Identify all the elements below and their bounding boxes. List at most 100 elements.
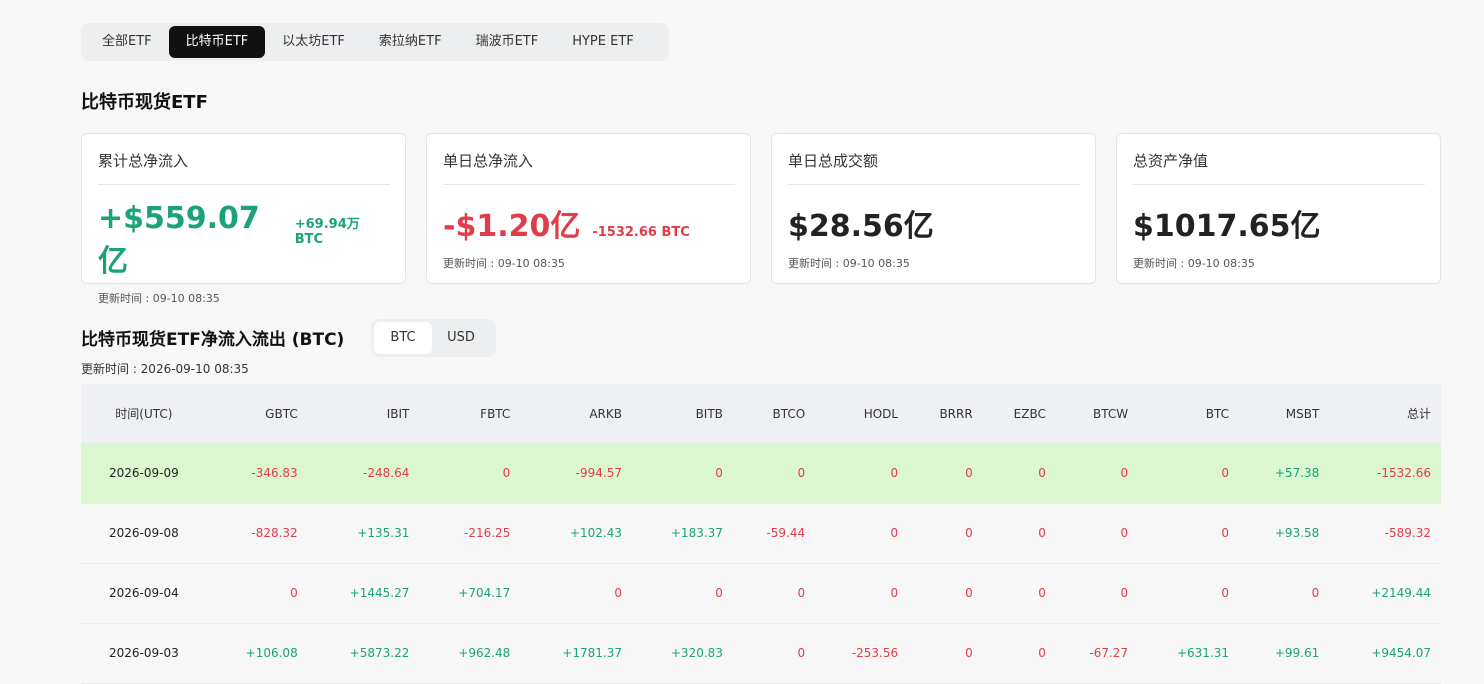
- value-cell: -59.44: [766, 526, 806, 540]
- value-cell: +135.31: [357, 526, 410, 540]
- tab-2[interactable]: 以太坊ETF: [265, 26, 362, 58]
- value-cell: 0: [715, 586, 723, 600]
- summary-card: 单日总净流入 -$1.20亿 -1532.66 BTC 更新时间 : 09-10 08…: [426, 133, 751, 284]
- column-header: MSBT: [1285, 406, 1320, 421]
- column-header: BTCW: [1092, 406, 1129, 421]
- value-cell: 0: [965, 526, 973, 540]
- date-cell: 2026-09-09: [109, 465, 179, 480]
- value-cell: 0: [965, 646, 973, 660]
- toggle-usd[interactable]: USD: [432, 322, 490, 354]
- value-cell: +704.17: [458, 586, 511, 600]
- value-cell: +1445.27: [349, 586, 410, 600]
- value-cell: 0: [1221, 465, 1230, 480]
- value-cell: -1532.66: [1377, 465, 1431, 480]
- value-cell: +106.08: [245, 646, 298, 660]
- table-row: 2026-09-08 -828.32 +135.31 -216.25 +102.43 +1…: [81, 503, 1441, 563]
- value-cell: -253.56: [851, 646, 899, 660]
- summary-cards: 累计总净流入 +$559.07亿 +69.94万 BTC 更新时间 : 09-10 0…: [81, 133, 1441, 305]
- summary-card: 累计总净流入 +$559.07亿 +69.94万 BTC 更新时间 : 09-10 0…: [81, 133, 406, 305]
- value-cell: 0: [1221, 526, 1230, 540]
- card-value-row: $28.56亿: [788, 201, 1079, 245]
- value-cell: 0: [1038, 586, 1046, 600]
- card-updated-time: 更新时间 : 09-10 08:35: [1133, 257, 1255, 270]
- value-cell: 0: [890, 586, 899, 600]
- column-header: IBIT: [386, 406, 410, 421]
- value-cell: 0: [965, 465, 973, 480]
- value-cell: 0: [715, 465, 723, 480]
- unit-toggle: BTC USD: [371, 319, 496, 357]
- value-cell: +631.31: [1176, 646, 1230, 660]
- date-cell: 2026-09-04: [109, 586, 179, 600]
- value-cell: 0: [890, 526, 899, 540]
- tab-0[interactable]: 全部ETF: [85, 26, 169, 58]
- value-cell: 0: [290, 586, 298, 600]
- value-cell: 0: [797, 646, 806, 660]
- card-value: -$1.20亿: [443, 209, 581, 244]
- card-value-row: +$559.07亿 +69.94万 BTC: [98, 201, 389, 280]
- column-header: 时间(UTC): [115, 407, 173, 421]
- column-header: ARKB: [589, 406, 622, 421]
- column-header: BITB: [695, 406, 723, 421]
- value-cell: +320.83: [670, 646, 723, 660]
- flow-table: 时间(UTC) GBTC IBIT FBTC ARKB BITB BTCO HODL BRRR E…: [81, 384, 1441, 684]
- table-row: 2026-09-09 -346.83 -248.64 0 -994.57 0 0 0 0 0 0 0 +…: [81, 443, 1441, 503]
- value-cell: +93.58: [1274, 526, 1320, 540]
- card-updated-time: 更新时间 : 09-10 08:35: [98, 292, 220, 305]
- card-sub-value: -1532.66 BTC: [592, 225, 690, 240]
- column-header: BTC: [1205, 406, 1230, 421]
- card-label: 单日总净流入: [443, 150, 735, 185]
- value-cell: -994.57: [575, 465, 622, 480]
- value-cell: 0: [1038, 646, 1046, 660]
- value-cell: 0: [614, 586, 622, 600]
- value-cell: +962.48: [458, 646, 511, 660]
- value-cell: 0: [797, 586, 806, 600]
- table-row: 2026-09-04 0 +1445.27 +704.17 0 0 0 0 0 0 0 0 0 +2149…: [81, 563, 1441, 623]
- value-cell: 0: [1120, 586, 1129, 600]
- column-header: HODL: [863, 406, 899, 421]
- date-cell: 2026-09-08: [109, 526, 179, 540]
- card-value-row: -$1.20亿 -1532.66 BTC: [443, 201, 734, 245]
- card-label: 单日总成交额: [788, 150, 1080, 185]
- value-cell: +183.37: [670, 526, 723, 540]
- value-cell: 0: [1038, 526, 1046, 540]
- value-cell: 0: [1038, 465, 1046, 480]
- toggle-btc[interactable]: BTC: [374, 322, 432, 354]
- value-cell: 0: [1120, 465, 1129, 480]
- value-cell: +9454.07: [1371, 646, 1431, 660]
- value-cell: 0: [1221, 586, 1230, 600]
- value-cell: -67.27: [1089, 646, 1129, 660]
- card-value-row: $1017.65亿: [1133, 201, 1424, 245]
- value-cell: 0: [1311, 586, 1320, 600]
- column-header: BTCO: [772, 406, 806, 421]
- value-cell: -346.83: [251, 465, 298, 480]
- value-cell: +2149.44: [1371, 586, 1431, 600]
- card-value: $1017.65亿: [1133, 209, 1321, 244]
- summary-card: 总资产净值 $1017.65亿 更新时间 : 09-10 08:35: [1116, 133, 1441, 284]
- section-title: 比特币现货ETF: [81, 92, 208, 113]
- value-cell: +5873.22: [349, 646, 410, 660]
- column-header: EZBC: [1013, 406, 1046, 421]
- value-cell: -248.64: [363, 465, 410, 480]
- column-header: GBTC: [265, 406, 298, 421]
- column-header: BRRR: [939, 406, 973, 421]
- value-cell: -589.32: [1384, 526, 1431, 540]
- value-cell: -216.25: [463, 526, 511, 540]
- value-cell: 0: [797, 465, 806, 480]
- card-updated-time: 更新时间 : 09-10 08:35: [788, 257, 910, 270]
- tab-1[interactable]: 比特币ETF: [168, 26, 266, 58]
- tab-3[interactable]: 索拉纳ETF: [362, 26, 459, 58]
- card-value: $28.56亿: [788, 209, 934, 244]
- table-row: 2026-09-03 +106.08 +5873.22 +962.48 +1781.37…: [81, 623, 1441, 683]
- tab-5[interactable]: HYPE ETF: [555, 26, 651, 58]
- tab-4[interactable]: 瑞波币ETF: [459, 26, 556, 58]
- value-cell: +102.43: [569, 526, 622, 540]
- value-cell: 0: [965, 586, 973, 600]
- value-cell: +1781.37: [562, 646, 622, 660]
- summary-card: 单日总成交额 $28.56亿更新时间 : 09-10 08:35: [771, 133, 1096, 284]
- value-cell: 0: [502, 465, 511, 480]
- etf-tabs: 全部ETF 比特币ETF 以太坊ETF 索拉纳ETF 瑞波币ETF HYPE ETF: [81, 23, 669, 61]
- flow-updated-time: 更新时间 : 2026-09-10 08:35: [81, 362, 249, 376]
- flow-title: 比特币现货ETF净流入流出 (BTC): [81, 330, 345, 350]
- card-updated-time: 更新时间 : 09-10 08:35: [443, 257, 565, 270]
- value-cell: +99.61: [1274, 646, 1320, 660]
